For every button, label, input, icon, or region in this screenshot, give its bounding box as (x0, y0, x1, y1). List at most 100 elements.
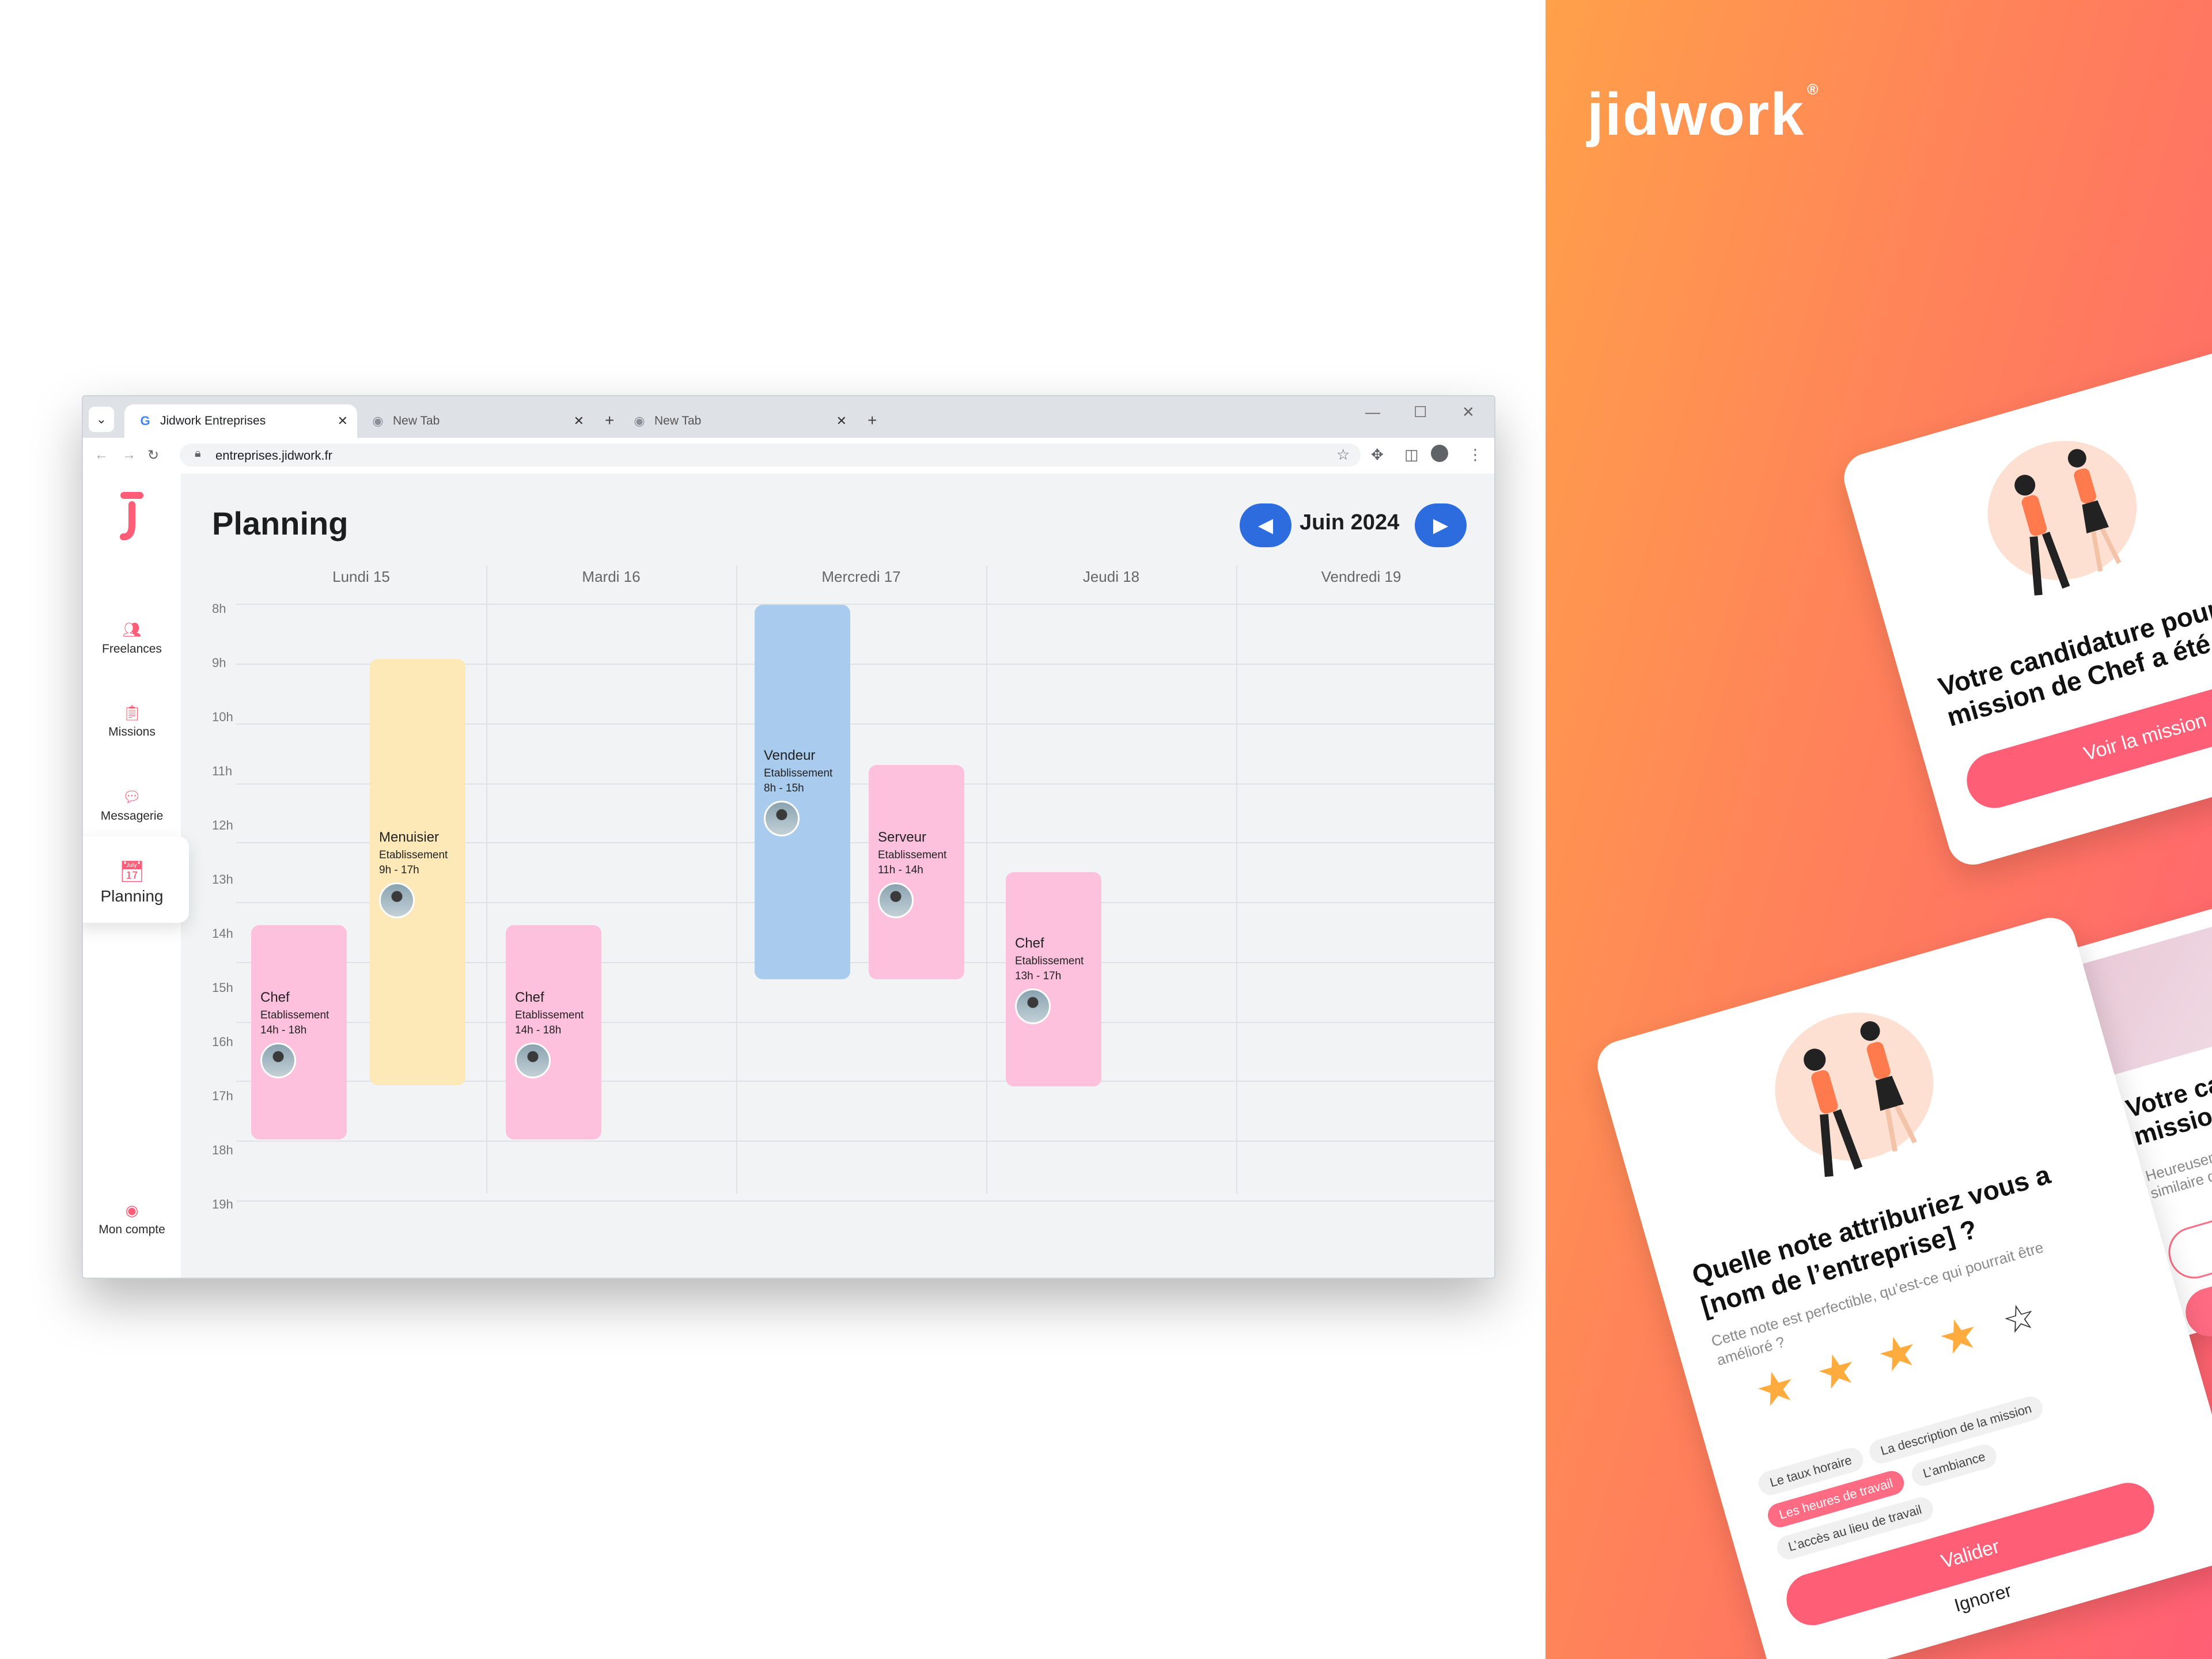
card-heading: Votre cand mission d (2123, 1060, 2212, 1152)
event-title: Vendeur (764, 748, 816, 763)
users-list-icon: 👥︎ (122, 621, 142, 638)
bookmark-star-icon[interactable]: ☆ (1336, 446, 1350, 464)
minimize-icon[interactable]: — (1365, 403, 1380, 421)
calendar-check-icon: 📅︎ (119, 859, 145, 883)
brand-wordmark: jidwork (1587, 81, 1805, 148)
event-card[interactable]: Vendeur Etablissement 8h - 15h (755, 605, 850, 979)
jidwork-logo-icon (120, 492, 143, 540)
close-tab-icon[interactable]: ✕ (574, 414, 584, 429)
tab-title: New Tab (393, 414, 440, 427)
event-title: Chef (1015, 935, 1044, 951)
grid-line (236, 604, 1494, 605)
tab-new-1[interactable]: ◉ New Tab ✕ (357, 404, 593, 438)
tab-new-2[interactable]: ◉ New Tab ✕ (619, 404, 856, 438)
tab-title: New Tab (654, 414, 702, 427)
sidebar: 👥︎ Freelances 📋︎ Missions 💬︎ Messagerie … (83, 474, 189, 1278)
brand-logo: jidwork ® (1587, 81, 1819, 149)
sidebar-item-label: Planning (100, 887, 164, 905)
event-card[interactable]: Chef Etablissement 14h - 18h (506, 925, 601, 1139)
sidebar-item-missions[interactable]: 📋︎ Missions (83, 704, 181, 739)
chevron-right-icon: ▶ (1433, 514, 1449, 536)
address-bar[interactable]: 🔒︎ entreprises.jidwork.fr (180, 444, 1361, 467)
browser-window: ⌄ G Jidwork Entreprises ✕ ◉ New Tab ✕ + … (82, 395, 1495, 1279)
hour-label: 17h (212, 1089, 233, 1103)
event-time: 11h - 14h (878, 864, 923, 876)
event-time: 8h - 15h (764, 782, 804, 794)
tab-strip: ⌄ G Jidwork Entreprises ✕ ◉ New Tab ✕ + … (83, 396, 1494, 438)
back-icon[interactable]: ← (94, 447, 108, 463)
reload-icon[interactable]: ↻ (147, 447, 159, 464)
event-time: 14h - 18h (515, 1024, 562, 1036)
sidebar-item-messagerie[interactable]: 💬︎ Messagerie (83, 788, 181, 823)
grid-line (236, 1200, 1494, 1202)
chat-icon: 💬︎ (122, 788, 142, 805)
extensions-icon[interactable]: ✥ (1371, 446, 1384, 464)
event-place: Etablissement (260, 1009, 329, 1021)
event-card[interactable]: Chef Etablissement 13h - 17h (1006, 872, 1101, 1086)
hour-label: 8h (212, 601, 226, 616)
event-card[interactable]: Chef Etablissement 14h - 18h (251, 925, 347, 1139)
url-text: entreprises.jidwork.fr (215, 448, 332, 463)
day-header-mardi: Mardi 16 (582, 568, 641, 585)
column-divider (986, 566, 987, 1194)
new-tab-icon[interactable]: + (868, 411, 877, 430)
tab-title: Jidwork Entreprises (160, 414, 266, 427)
day-header-lundi: Lundi 15 (332, 568, 390, 585)
chevron-left-icon: ◀ (1257, 514, 1274, 536)
day-header-jeudi: Jeudi 18 (1082, 568, 1140, 585)
account-icon: ◉ (125, 1202, 139, 1219)
event-place: Etablissement (764, 767, 833, 779)
maximize-icon[interactable]: ☐ (1414, 403, 1427, 421)
avatar (260, 1043, 296, 1078)
event-title: Chef (515, 990, 544, 1005)
star-empty-icon[interactable]: ☆ (1998, 1293, 2041, 1344)
previous-month-button[interactable]: ◀ (1240, 503, 1291, 547)
profile-avatar[interactable] (1431, 445, 1448, 462)
event-time: 9h - 17h (379, 864, 419, 876)
chrome-icon: ◉ (634, 414, 645, 428)
hour-label: 9h (212, 656, 226, 670)
chrome-icon: ◉ (372, 414, 384, 428)
sidebar-item-planning[interactable]: 📅︎ Planning (83, 836, 189, 923)
sidebar-item-label: Messagerie (100, 809, 164, 823)
event-card[interactable]: Serveur Etablissement 11h - 14h (869, 765, 964, 979)
star-filled-icon[interactable]: ★ (1932, 1305, 1985, 1367)
close-window-icon[interactable]: ✕ (1462, 403, 1475, 421)
hour-label: 16h (212, 1035, 233, 1049)
tab-search-dropdown[interactable]: ⌄ (89, 407, 114, 432)
event-place: Etablissement (379, 849, 448, 861)
tab-jidwork[interactable]: G Jidwork Entreprises ✕ (124, 404, 357, 438)
close-tab-icon[interactable]: ✕ (836, 414, 847, 429)
hour-label: 10h (212, 710, 233, 724)
sidebar-item-account[interactable]: ◉ Mon compte (83, 1202, 181, 1237)
browser-toolbar: ← → ↻ 🔒︎ entreprises.jidwork.fr ☆ ✥ ◫ ⋮ (83, 438, 1494, 474)
side-panel-icon[interactable]: ◫ (1404, 446, 1419, 464)
event-place: Etablissement (1015, 955, 1084, 967)
day-header-mercredi: Mercredi 17 (821, 568, 901, 585)
hour-label: 18h (212, 1143, 233, 1157)
sidebar-item-freelances[interactable]: 👥︎ Freelances (83, 621, 181, 656)
event-time: 14h - 18h (260, 1024, 307, 1036)
column-divider (1236, 566, 1237, 1194)
avatar (379, 882, 415, 918)
event-card[interactable]: Menuisier Etablissement 9h - 17h (370, 659, 465, 1085)
close-tab-icon[interactable]: ✕ (338, 414, 348, 429)
forward-icon[interactable]: → (122, 447, 136, 463)
event-time: 13h - 17h (1015, 970, 1062, 982)
hour-label: 15h (212, 980, 233, 995)
avatar (878, 882, 914, 918)
next-month-button[interactable]: ▶ (1415, 503, 1467, 547)
column-divider (486, 566, 487, 1194)
planning-view: Planning ◀ Juin 2024 ▶ Lundi 15 Mardi 16… (181, 474, 1494, 1278)
star-filled-icon[interactable]: ★ (1749, 1358, 1802, 1419)
column-divider (736, 566, 737, 1194)
more-menu-icon[interactable]: ⋮ (1468, 446, 1483, 464)
new-tab-icon[interactable]: + (605, 411, 614, 430)
star-filled-icon[interactable]: ★ (1871, 1323, 1924, 1384)
day-header-vendredi: Vendredi 19 (1321, 568, 1402, 585)
star-filled-icon[interactable]: ★ (1810, 1340, 1863, 1402)
grid-line (236, 1141, 1494, 1142)
app-root: 👥︎ Freelances 📋︎ Missions 💬︎ Messagerie … (83, 474, 1494, 1278)
registered-icon: ® (1807, 81, 1820, 98)
event-place: Etablissement (515, 1009, 584, 1021)
